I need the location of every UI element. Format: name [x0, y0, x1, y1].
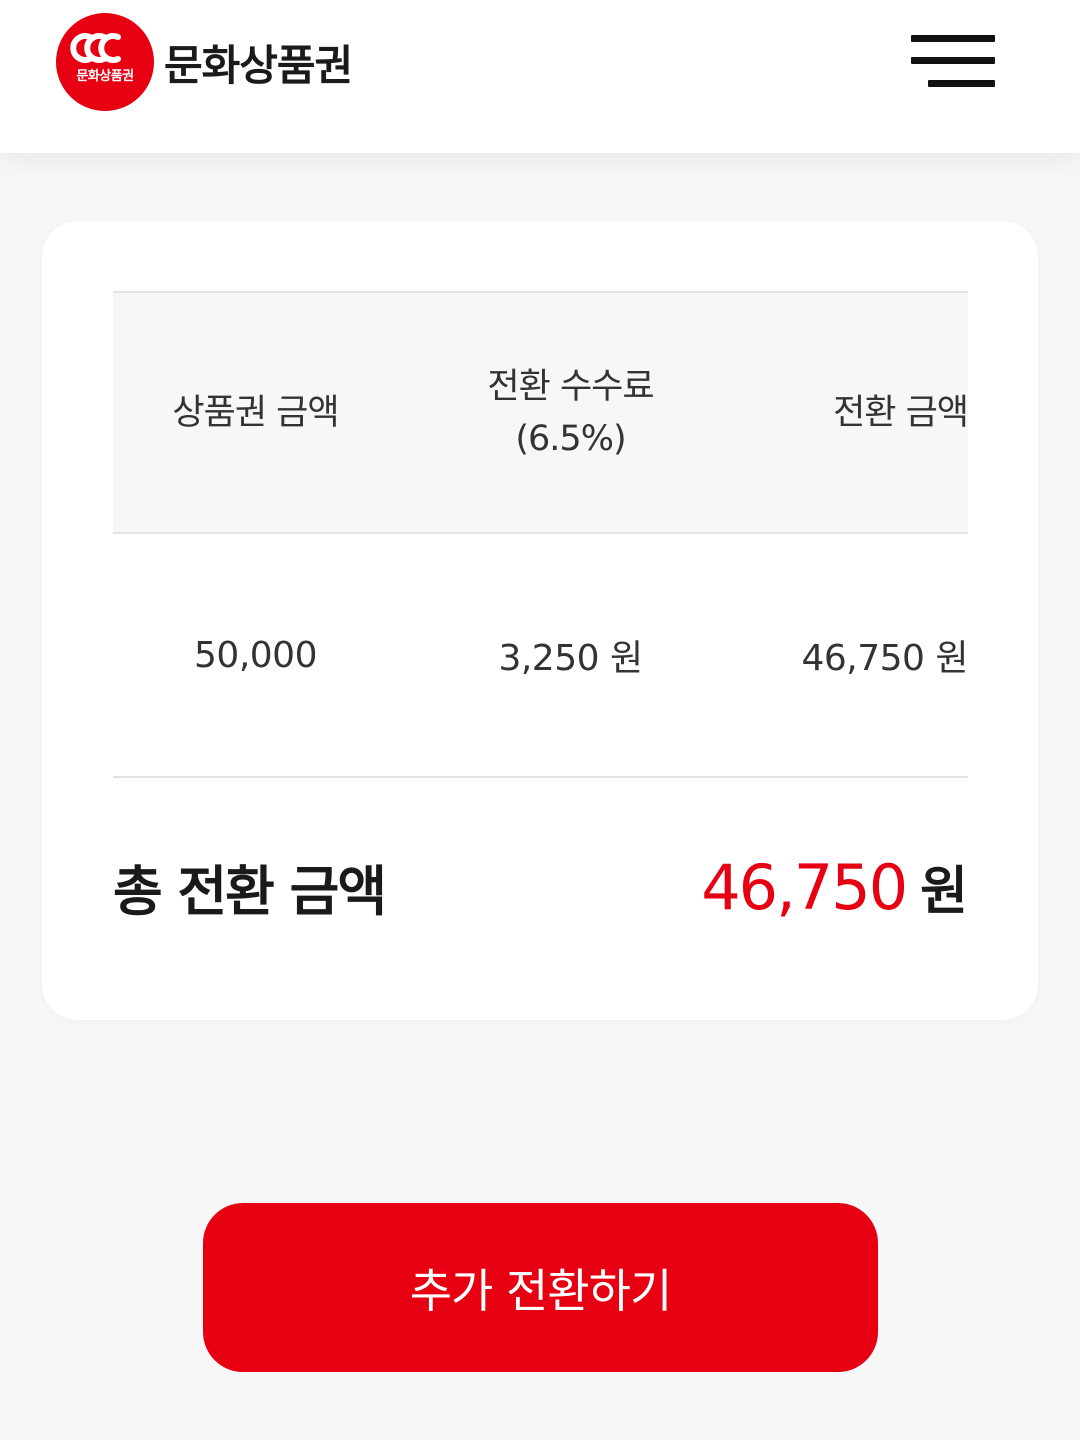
conversion-summary-card: 상품권 금액 전환 수수료 (6.5%) 전환 금액 50,000 3,250 …: [42, 221, 1038, 1020]
total-conversion-label: 총 전환 금액: [113, 859, 387, 923]
app-header: 문화상품권 문화상품권: [0, 0, 1080, 153]
conversion-table: 상품권 금액 전환 수수료 (6.5%) 전환 금액 50,000 3,250 …: [113, 291, 969, 778]
additional-conversion-button[interactable]: 추가 전환하기: [203, 1203, 878, 1372]
table-row: 50,000 3,250 원 46,750 원: [113, 534, 969, 778]
total-conversion-amount: 46,750 원: [701, 849, 968, 924]
hamburger-menu-icon[interactable]: [906, 30, 1000, 92]
total-conversion-row: 총 전환 금액 46,750 원: [113, 836, 968, 936]
menu-bar-top: [911, 35, 995, 42]
menu-bar-bottom: [928, 80, 995, 87]
brand-logo[interactable]: 문화상품권 문화상품권: [56, 13, 353, 111]
header-conversion-fee-label: 전환 수수료 (6.5%): [487, 366, 654, 459]
header-voucher-amount: 상품권 금액: [172, 392, 339, 433]
cell-voucher-amount: 50,000: [194, 634, 317, 676]
total-conversion-unit: 원: [920, 861, 968, 922]
header-converted-amount: 전환 금액: [833, 392, 969, 433]
cell-converted-amount: 46,750 원: [801, 638, 968, 679]
logo-mark-label: 문화상품권: [76, 69, 134, 84]
menu-bar-middle: [911, 57, 995, 64]
logo-arcs: [70, 33, 121, 63]
total-conversion-value: 46,750: [701, 850, 908, 924]
table-header-row: 상품권 금액 전환 수수료 (6.5%) 전환 금액: [113, 291, 969, 534]
cell-conversion-fee: 3,250 원: [498, 638, 643, 679]
header-conversion-fee: 전환 수수료 (6.5%): [398, 293, 743, 532]
logo-wordmark: 문화상품권: [164, 40, 353, 90]
culture-voucher-logo-icon: 문화상품권: [56, 13, 154, 111]
